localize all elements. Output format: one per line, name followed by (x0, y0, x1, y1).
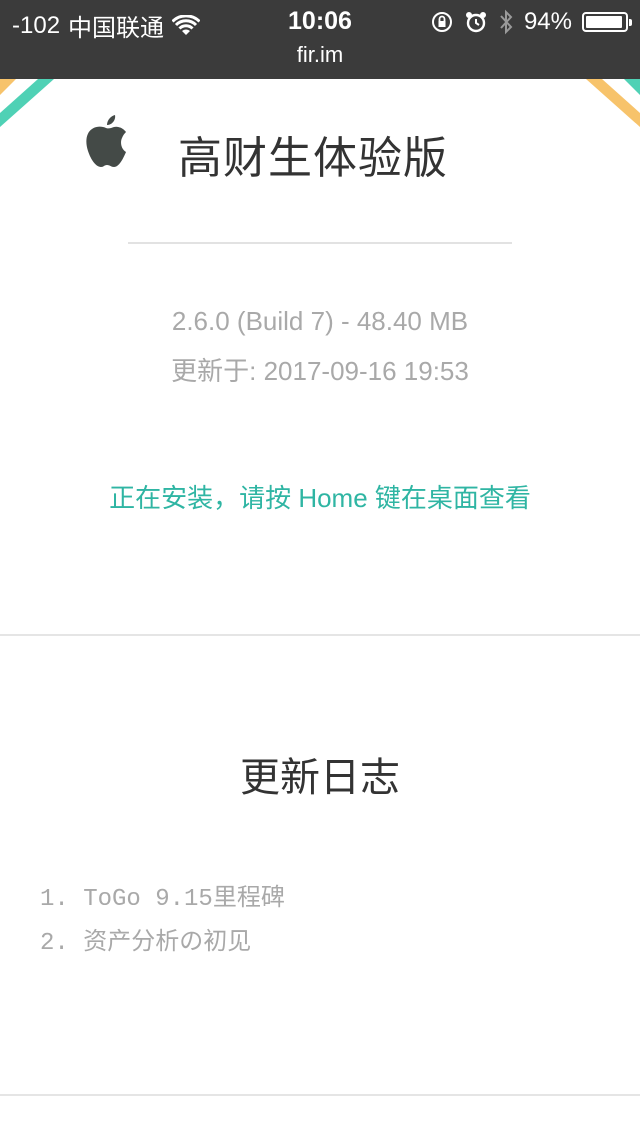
battery-icon (582, 12, 632, 32)
version-info: 2.6.0 (Build 7) - 48.40 MB (171, 306, 469, 336)
updated-time: 更新于: 2017-09-16 19:53 (171, 356, 469, 386)
changelog-list: 1. ToGo 9.15里程碑 2. 资产分析の初见 (40, 880, 285, 968)
battery-fill (586, 16, 622, 28)
apple-icon (86, 115, 126, 167)
changelog-item: 2. 资产分析の初见 (40, 930, 252, 957)
corner-ribbon-right (580, 79, 640, 139)
status-bar: -102 中国联通 10:06 fir.im 94% (0, 0, 640, 79)
changelog-title: 更新日志 (240, 756, 400, 800)
alarm-icon (465, 12, 486, 33)
orientation-lock-icon (431, 12, 452, 32)
bluetooth-icon (500, 9, 513, 35)
app-title: 高财生体验版 (178, 134, 448, 183)
page-url[interactable]: fir.im (0, 42, 640, 68)
section-divider (0, 1094, 640, 1096)
section-divider (0, 634, 640, 636)
install-status-message: 正在安装，请按 Home 键在桌面查看 (109, 483, 531, 513)
battery-percent: 94% (523, 8, 572, 35)
status-right: 94% (430, 8, 632, 36)
corner-ribbon-left (0, 79, 60, 139)
changelog-item: 1. ToGo 9.15里程碑 (40, 886, 285, 913)
divider (128, 242, 512, 244)
